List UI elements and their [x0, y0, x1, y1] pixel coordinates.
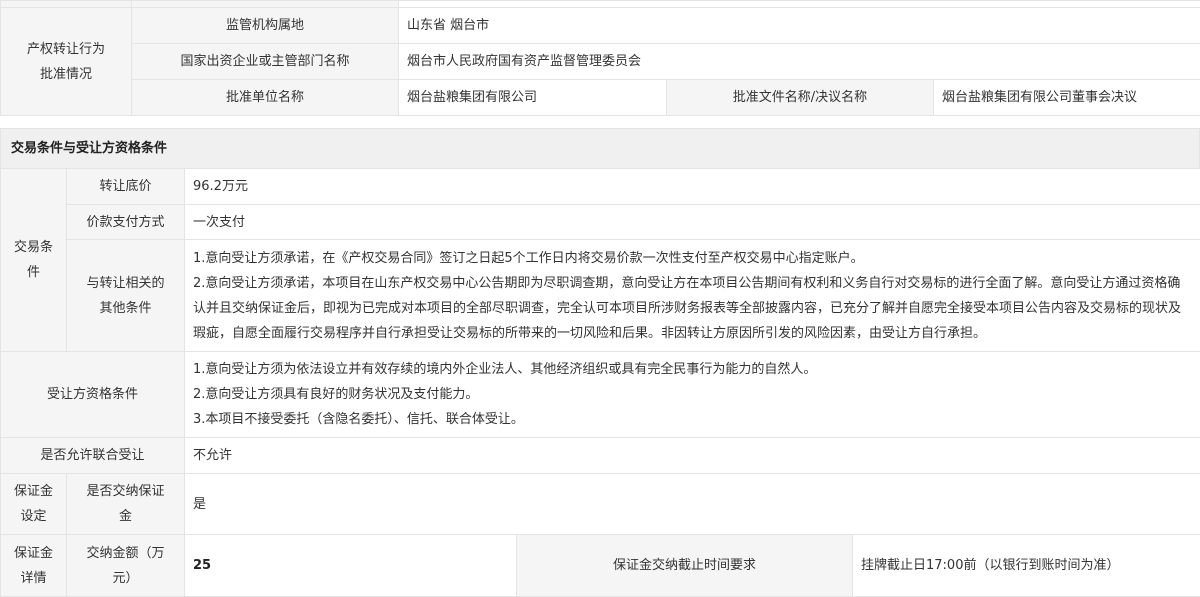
top-strip-row	[1, 1, 1200, 8]
deposit-deadline-value: 挂牌截止日17:00前（以银行到账时间为准）	[853, 535, 1200, 597]
deposit-setting-row: 保证金设定 是否交纳保证金 是	[1, 474, 1200, 535]
joint-row: 是否允许联合受让 不允许	[1, 438, 1200, 474]
payment-label: 价款支付方式	[67, 205, 185, 240]
other-conditions-row: 与转让相关的其他条件 1.意向受让方须承诺，在《产权交易合同》签订之日起5个工作…	[1, 240, 1200, 352]
approval-row-unit: 批准单位名称 烟台盐粮集团有限公司 批准文件名称/决议名称 烟台盐粮集团有限公司…	[1, 80, 1200, 116]
unit-value: 烟台盐粮集团有限公司	[399, 80, 667, 116]
other-conditions-label: 与转让相关的其他条件	[67, 240, 185, 352]
approval-row-region: 产权转让行为批准情况 监管机构属地 山东省 烟台市	[1, 8, 1200, 44]
deposit-amount-label: 交纳金额（万元）	[67, 535, 185, 597]
other-condition-line: 1.意向受让方须承诺，在《产权交易合同》签订之日起5个工作日内将交易价款一次性支…	[193, 246, 1192, 271]
base-price-label: 转让底价	[67, 169, 185, 205]
section-title: 交易条件与受让方资格条件	[0, 128, 1200, 168]
region-label: 监管机构属地	[132, 8, 399, 44]
deposit-setting-group-label: 保证金设定	[1, 474, 67, 535]
joint-value: 不允许	[185, 438, 1200, 474]
conditions-group-label: 交易条件	[1, 169, 67, 352]
unit-label: 批准单位名称	[132, 80, 399, 116]
approval-group-label: 产权转让行为批准情况	[1, 8, 132, 116]
other-conditions-value: 1.意向受让方须承诺，在《产权交易合同》签订之日起5个工作日内将交易价款一次性支…	[185, 240, 1200, 352]
qualification-value: 1.意向受让方须为依法设立并有效存续的境内外企业法人、其他经济组织或具有完全民事…	[185, 352, 1200, 438]
approval-row-authority: 国家出资企业或主管部门名称 烟台市人民政府国有资产监督管理委员会	[1, 44, 1200, 80]
base-price-row: 交易条件 转让底价 96.2万元	[1, 169, 1200, 205]
deposit-detail-row: 保证金详情 交纳金额（万元） 25 保证金交纳截止时间要求 挂牌截止日17:00…	[1, 535, 1200, 597]
qualification-row: 受让方资格条件 1.意向受让方须为依法设立并有效存续的境内外企业法人、其他经济组…	[1, 352, 1200, 438]
other-condition-line: 2.意向受让方须承诺，本项目在山东产权交易中心公告期即为尽职调查期，意向受让方在…	[193, 271, 1192, 346]
payment-row: 价款支付方式 一次支付	[1, 205, 1200, 240]
deposit-required-label: 是否交纳保证金	[67, 474, 185, 535]
section-gap	[0, 116, 1200, 128]
base-price-value: 96.2万元	[185, 169, 1200, 205]
deposit-detail-group-label: 保证金详情	[1, 535, 67, 597]
qualification-label: 受让方资格条件	[1, 352, 185, 438]
qualification-line: 2.意向受让方须具有良好的财务状况及支付能力。	[193, 382, 1192, 407]
qualification-line: 1.意向受让方须为依法设立并有效存续的境内外企业法人、其他经济组织或具有完全民事…	[193, 357, 1192, 382]
approval-table: 产权转让行为批准情况 监管机构属地 山东省 烟台市 国家出资企业或主管部门名称 …	[0, 0, 1200, 116]
authority-label: 国家出资企业或主管部门名称	[132, 44, 399, 80]
doc-value: 烟台盐粮集团有限公司董事会决议	[934, 80, 1200, 116]
payment-value: 一次支付	[185, 205, 1200, 240]
region-value: 山东省 烟台市	[399, 8, 1200, 44]
doc-label: 批准文件名称/决议名称	[667, 80, 934, 116]
qualification-line: 3.本项目不接受委托（含隐名委托）、信托、联合体受让。	[193, 407, 1192, 432]
deposit-required-value: 是	[185, 474, 1200, 535]
deposit-amount-value: 25	[185, 535, 517, 597]
authority-value: 烟台市人民政府国有资产监督管理委员会	[399, 44, 1200, 80]
joint-label: 是否允许联合受让	[1, 438, 185, 474]
deposit-deadline-label: 保证金交纳截止时间要求	[517, 535, 853, 597]
trade-table: 交易条件 转让底价 96.2万元 价款支付方式 一次支付 与转让相关的其他条件 …	[0, 168, 1200, 597]
